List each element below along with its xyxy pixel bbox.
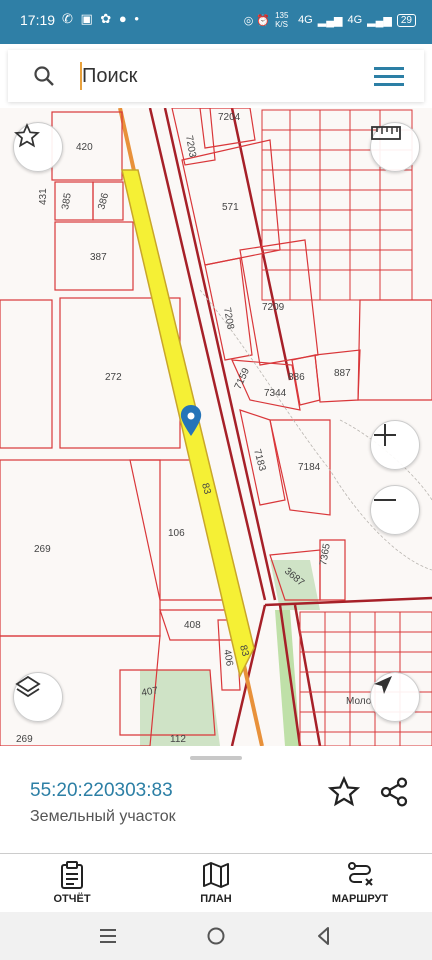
star-icon[interactable] xyxy=(328,776,360,808)
parcel-label: 272 xyxy=(105,372,122,383)
parcel-label: 7204 xyxy=(218,112,241,123)
network-speed: 135 K/S xyxy=(275,11,289,29)
parcel-label: 7344 xyxy=(264,388,287,399)
recent-apps-icon[interactable] xyxy=(96,924,120,948)
parcel-label: 269 xyxy=(16,734,33,745)
street-label: Моло xyxy=(346,696,372,707)
minus-icon xyxy=(374,499,396,501)
parcel-label: 7209 xyxy=(262,302,285,313)
search-input[interactable] xyxy=(82,60,362,92)
layers-icon xyxy=(15,675,41,698)
nav-plan-label: ПЛАН xyxy=(200,893,232,905)
search-bar xyxy=(8,50,424,102)
parcel-label: 7203 xyxy=(183,135,198,159)
route-icon xyxy=(348,862,373,886)
plus-icon xyxy=(374,424,396,446)
clipboard-icon xyxy=(61,861,83,889)
parcel-label: 7159 xyxy=(233,366,253,391)
parcel-label: 886 xyxy=(288,372,305,383)
parcel-label: 106 xyxy=(168,528,185,539)
parcel-label: 431 xyxy=(38,188,49,205)
bottom-navigation: ОТЧЁТ ПЛАН МАРШРУТ xyxy=(0,855,432,912)
parcel-info-panel[interactable]: 55:20:220303:83 Земельный участок xyxy=(0,746,432,854)
star-icon xyxy=(14,123,40,148)
parcel-label: 386 xyxy=(96,191,111,210)
signal-4g-1: 4G xyxy=(298,14,313,26)
nav-plan[interactable]: ПЛАН xyxy=(161,861,271,911)
parcel-label: 7208 xyxy=(221,307,236,331)
nav-route[interactable]: МАРШРУТ xyxy=(305,861,415,911)
parcel-label: 7183 xyxy=(251,448,267,473)
signal-4g-2: 4G xyxy=(347,14,363,26)
parcel-label: 406 xyxy=(221,649,235,668)
parcel-label: 385 xyxy=(60,192,74,211)
my-location-button[interactable] xyxy=(370,672,420,722)
status-bar: 17:19 ✆ ▣ ✿ ● • ◎ ⏰ 135 K/S 4G ▂▄▆ 4G ▂▄… xyxy=(0,0,432,44)
zoom-in-button[interactable] xyxy=(370,420,420,470)
drag-handle[interactable] xyxy=(190,756,242,760)
parcel-label: 408 xyxy=(184,620,201,631)
nav-route-label: МАРШРУТ xyxy=(331,893,389,905)
ruler-icon xyxy=(371,126,401,140)
ruler-button[interactable] xyxy=(370,122,420,172)
status-time: 17:19 xyxy=(20,12,56,28)
cadastral-number[interactable]: 55:20:220303:83 xyxy=(30,780,173,802)
navigation-arrow-icon xyxy=(374,676,392,694)
search-icon[interactable] xyxy=(32,64,56,88)
parcel-label: 269 xyxy=(34,544,51,555)
parcel-type: Земельный участок xyxy=(30,808,176,825)
back-icon[interactable] xyxy=(312,924,336,948)
parcel-label: 387 xyxy=(90,252,107,263)
share-icon[interactable] xyxy=(378,776,410,808)
parcel-label: 420 xyxy=(76,142,93,153)
hamburger-menu-icon[interactable] xyxy=(374,64,404,88)
parcel-label: 887 xyxy=(334,368,351,379)
battery-indicator: 29 xyxy=(396,13,416,27)
location-alarm-icons: ◎ ⏰ xyxy=(243,14,271,27)
status-right: ◎ ⏰ 135 K/S 4G ▂▄▆ 4G ▂▄▆ 29 xyxy=(244,11,416,29)
system-navigation-bar xyxy=(0,912,432,960)
signal-bars-icon-2: ▂▄▆ xyxy=(367,14,392,27)
zoom-out-button[interactable] xyxy=(370,485,420,535)
map-icon xyxy=(203,862,229,888)
home-icon[interactable] xyxy=(204,924,228,948)
parcel-label: 112 xyxy=(170,734,186,745)
layers-button[interactable] xyxy=(13,672,63,722)
signal-bars-icon: ▂▄▆ xyxy=(317,14,343,27)
parcel-label: 7184 xyxy=(298,462,321,473)
nav-report-label: ОТЧЁТ xyxy=(53,893,91,905)
nav-report[interactable]: ОТЧЁТ xyxy=(17,861,127,911)
cadastral-map[interactable]: 420 7203 7204 431 385 386 571 387 7208 7… xyxy=(0,108,432,746)
favorites-button[interactable] xyxy=(13,122,63,172)
notification-icons: ✆ ▣ ✿ ● • xyxy=(62,11,141,26)
parcel-label: 571 xyxy=(222,202,239,213)
map-canvas: 420 7203 7204 431 385 386 571 387 7208 7… xyxy=(0,108,432,746)
